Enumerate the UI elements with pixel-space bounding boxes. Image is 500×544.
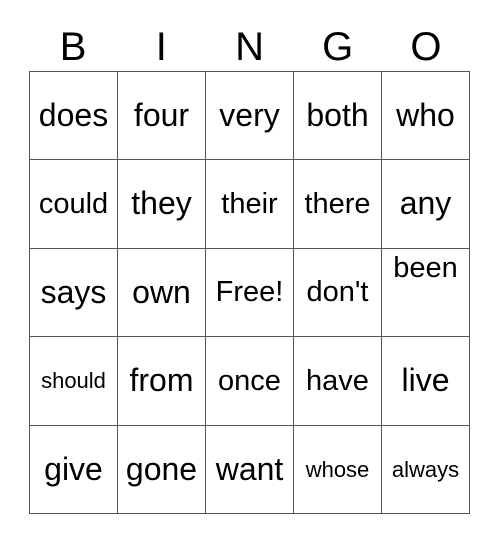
bingo-cell-text: any [399, 185, 452, 222]
bingo-cell-text: give [44, 450, 103, 487]
bingo-cell-text: Free! [215, 276, 284, 309]
bingo-cell-text: once [218, 364, 281, 397]
header-letter-text: O [410, 24, 442, 69]
bingo-cell-r4c2[interactable]: from [118, 337, 206, 426]
header-letter-text: I [155, 24, 167, 69]
bingo-cell-r5c2[interactable]: gone [118, 425, 206, 514]
bingo-cell-r1c5[interactable]: who [382, 72, 470, 161]
bingo-cell-text: there [304, 187, 371, 220]
bingo-cell-r1c2[interactable]: four [118, 72, 206, 161]
bingo-cell-text: does [38, 96, 109, 133]
bingo-cell-r1c3[interactable]: very [206, 72, 294, 161]
bingo-cell-text: gone [125, 450, 198, 487]
bingo-cell-r3c3[interactable]: Free! [206, 248, 294, 338]
bingo-cell-text: says [40, 273, 107, 310]
bingo-cell-text: want [215, 450, 284, 487]
bingo-cell-text: very [219, 96, 280, 133]
bingo-header-letter-g: G [294, 22, 382, 71]
bingo-cell-text: should [41, 368, 106, 394]
bingo-cell-text: always [391, 456, 460, 482]
bingo-header-letter-i: I [117, 22, 205, 71]
bingo-cell-r4c4[interactable]: have [294, 337, 382, 426]
bingo-cell-r5c1[interactable]: give [30, 425, 118, 514]
bingo-cell-text: whose [305, 456, 370, 482]
bingo-cell-text: their [221, 187, 278, 220]
bingo-cell-text: been [393, 251, 458, 284]
bingo-cell-r1c4[interactable]: both [294, 72, 382, 161]
bingo-cell-r4c1[interactable]: should [30, 337, 118, 426]
header-letter-text: B [59, 24, 87, 69]
bingo-cell-r5c4[interactable]: whose [294, 425, 382, 514]
bingo-cell-text: don't [306, 276, 369, 309]
bingo-cell-r3c4[interactable]: don't [294, 248, 382, 338]
bingo-card: B I N G O does four very both who could they th… [0, 0, 500, 544]
bingo-header-letter-n: N [205, 22, 293, 71]
bingo-cell-r2c2[interactable]: they [118, 160, 206, 249]
bingo-cell-text: they [131, 185, 192, 222]
bingo-cell-r3c2[interactable]: own [118, 248, 206, 338]
bingo-cell-text: have [306, 364, 369, 397]
bingo-cell-r4c5[interactable]: live [382, 337, 470, 426]
bingo-cell-text: own [132, 273, 191, 310]
header-letter-text: G [322, 24, 354, 69]
bingo-cell-r5c3[interactable]: want [206, 425, 294, 514]
bingo-cell-text: four [133, 96, 190, 133]
bingo-cell-r5c5[interactable]: always [382, 425, 470, 514]
bingo-header-row: B I N G O [29, 22, 470, 71]
bingo-cell-text: could [38, 187, 109, 220]
bingo-cell-r2c3[interactable]: their [206, 160, 294, 249]
bingo-cell-text: from [129, 362, 194, 399]
bingo-cell-r3c1[interactable]: says [30, 248, 118, 338]
bingo-header-letter-o: O [382, 22, 470, 71]
bingo-cell-r1c1[interactable]: does [30, 72, 118, 161]
header-letter-text: N [235, 24, 264, 69]
bingo-cell-r2c5[interactable]: any [382, 160, 470, 249]
bingo-cell-r2c1[interactable]: could [30, 160, 118, 249]
bingo-cell-r3c5[interactable]: been [382, 248, 470, 338]
bingo-cell-text: who [396, 96, 455, 133]
bingo-cell-text: both [306, 96, 369, 133]
bingo-cell-text: live [401, 362, 450, 399]
bingo-header-letter-b: B [29, 22, 117, 71]
bingo-cell-r2c4[interactable]: there [294, 160, 382, 249]
bingo-grid: does four very both who could they their there an… [29, 71, 470, 514]
bingo-cell-r4c3[interactable]: once [206, 337, 294, 426]
